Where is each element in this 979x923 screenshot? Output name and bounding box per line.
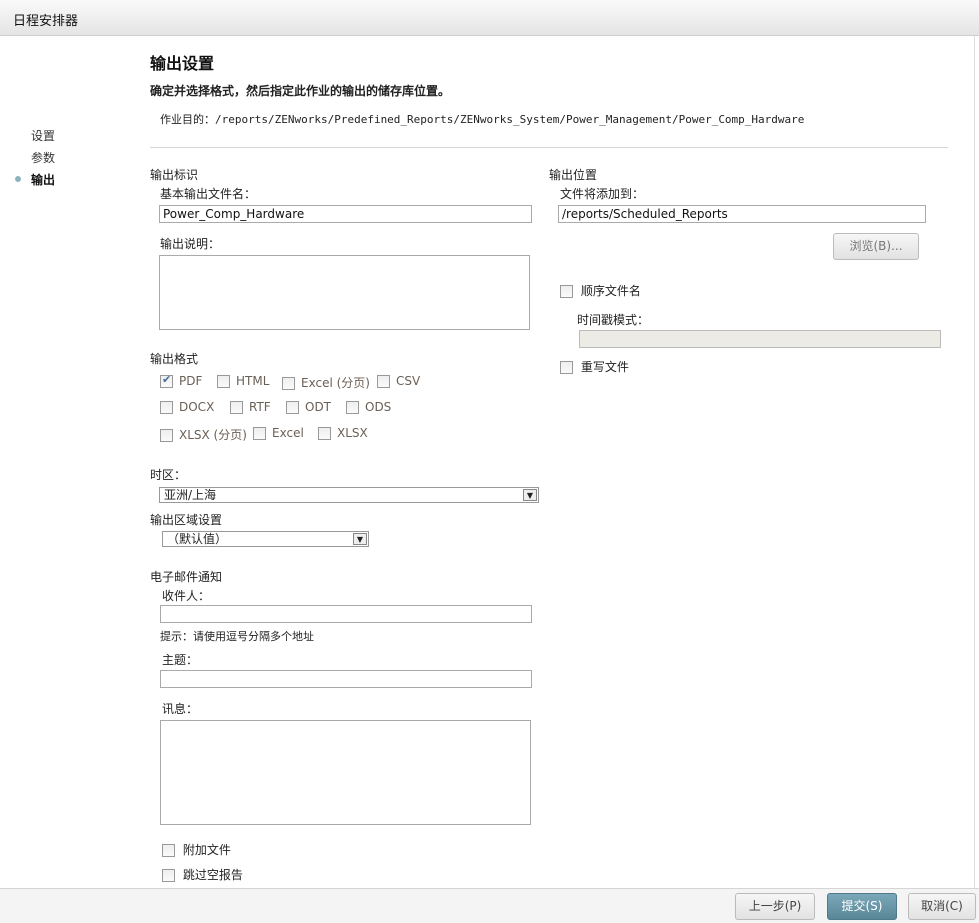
overwrite-checkbox[interactable]: [560, 361, 573, 374]
timezone-select[interactable]: 亚洲/上海 ▼: [159, 487, 539, 503]
divider: [150, 147, 948, 148]
attach-file-label: 附加文件: [182, 843, 231, 857]
sequential-checkbox[interactable]: [560, 285, 573, 298]
format-label: RTF: [249, 400, 271, 414]
timestamp-label: 时间戳模式：: [577, 313, 650, 327]
email-heading: 电子邮件通知: [150, 570, 223, 584]
folder-input[interactable]: /reports/Scheduled_Reports: [558, 205, 926, 223]
timestamp-input[interactable]: [579, 330, 941, 348]
timezone-value: 亚洲/上海: [164, 488, 217, 502]
recipients-hint: 提示：请使用逗号分隔多个地址: [160, 630, 314, 643]
message-label: 讯息：: [162, 702, 199, 716]
format-label: PDF: [179, 374, 203, 388]
output-id-heading: 输出标识: [150, 168, 199, 182]
chevron-down-icon: ▼: [353, 533, 367, 545]
format-checkbox[interactable]: [160, 401, 173, 414]
message-textarea[interactable]: [160, 720, 531, 825]
format-label: ODT: [305, 400, 332, 414]
format-checkbox[interactable]: [160, 373, 173, 388]
back-button[interactable]: 上一步(P): [735, 893, 815, 920]
format-checkbox[interactable]: [253, 427, 266, 440]
recipients-label: 收件人：: [162, 589, 211, 603]
active-dot-icon: [15, 176, 21, 182]
cancel-button[interactable]: 取消(C): [908, 893, 976, 920]
sequential-label: 顺序文件名: [580, 284, 641, 298]
format-option[interactable]: HTML: [217, 374, 269, 388]
output-format-heading: 输出格式: [150, 352, 199, 366]
chevron-down-icon: ▼: [523, 489, 537, 501]
browse-button[interactable]: 浏览(B)...: [833, 233, 919, 260]
format-option[interactable]: CSV: [377, 374, 420, 388]
format-label: Excel (分页): [301, 376, 370, 390]
subject-label: 主题：: [162, 653, 199, 667]
format-option[interactable]: RTF: [230, 400, 271, 414]
timezone-label: 时区：: [150, 468, 187, 482]
job-target: 作业目的：/reports/ZENworks/Predefined_Report…: [160, 113, 805, 126]
format-label: DOCX: [179, 400, 215, 414]
recipients-input[interactable]: [160, 605, 532, 623]
format-label: Excel: [272, 426, 304, 440]
format-label: HTML: [236, 374, 270, 388]
locale-value: （默认值）: [167, 532, 228, 546]
attach-file-checkbox[interactable]: [162, 844, 175, 857]
format-option[interactable]: Excel: [253, 426, 304, 440]
format-option[interactable]: DOCX: [160, 400, 214, 414]
format-option[interactable]: XLSX: [318, 426, 368, 440]
format-label: XLSX (分页): [179, 428, 247, 442]
format-option[interactable]: XLSX (分页): [160, 426, 247, 443]
nav-item-output[interactable]: 输出: [31, 171, 55, 188]
format-checkbox[interactable]: [377, 375, 390, 388]
skip-empty-checkbox[interactable]: [162, 869, 175, 882]
subject-input[interactable]: [160, 670, 532, 688]
format-checkbox[interactable]: [217, 375, 230, 388]
format-checkbox[interactable]: [160, 429, 173, 442]
overwrite-option[interactable]: 重写文件: [560, 358, 629, 375]
filename-input[interactable]: Power_Comp_Hardware: [159, 205, 532, 223]
format-checkbox[interactable]: [286, 401, 299, 414]
folder-label: 文件将添加到：: [560, 187, 645, 201]
format-option[interactable]: Excel (分页): [282, 374, 370, 391]
overwrite-label: 重写文件: [580, 360, 629, 374]
divider: [974, 36, 975, 888]
format-label: ODS: [365, 400, 392, 414]
description-label: 输出说明：: [160, 237, 221, 251]
format-checkbox[interactable]: [230, 401, 243, 414]
title-bar: 日程安排器: [0, 0, 979, 36]
format-option[interactable]: ODS: [346, 400, 391, 414]
skip-empty-option[interactable]: 跳过空报告: [162, 866, 243, 883]
filename-label: 基本输出文件名：: [160, 187, 257, 201]
page-description: 确定并选择格式，然后指定此作业的输出的储存库位置。: [150, 84, 451, 98]
format-label: XLSX: [337, 426, 368, 440]
description-textarea[interactable]: [159, 255, 530, 330]
format-label: CSV: [396, 374, 421, 388]
submit-button[interactable]: 提交(S): [827, 893, 897, 920]
format-option[interactable]: ODT: [286, 400, 331, 414]
nav-item-parameters[interactable]: 参数: [31, 149, 55, 166]
skip-empty-label: 跳过空报告: [182, 868, 243, 882]
format-checkbox[interactable]: [318, 427, 331, 440]
format-checkbox[interactable]: [346, 401, 359, 414]
format-option[interactable]: PDF: [160, 373, 203, 388]
locale-select[interactable]: （默认值） ▼: [162, 531, 369, 547]
sequential-option[interactable]: 顺序文件名: [560, 282, 641, 299]
page-title: 输出设置: [150, 54, 215, 73]
attach-file-option[interactable]: 附加文件: [162, 841, 231, 858]
format-checkbox[interactable]: [282, 377, 295, 390]
window-title: 日程安排器: [13, 14, 79, 29]
locale-label: 输出区域设置: [150, 513, 223, 527]
output-location-heading: 输出位置: [549, 168, 598, 182]
nav-item-settings[interactable]: 设置: [31, 127, 55, 144]
